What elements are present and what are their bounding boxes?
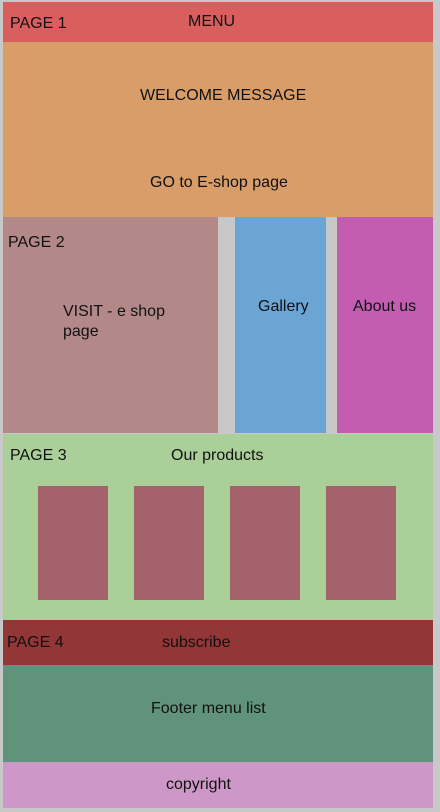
page1-header: PAGE 1 MENU [3,2,433,42]
products-title: Our products [171,447,264,464]
footer: Footer menu list [3,665,433,762]
welcome-message: WELCOME MESSAGE [140,87,307,104]
page3-label: PAGE 3 [10,447,67,464]
copyright-text: copyright [166,776,231,793]
subscribe-button[interactable]: subscribe [162,633,230,653]
page1-label: PAGE 1 [10,15,67,32]
visit-eshop-panel[interactable]: PAGE 2 VISIT - e shop page [3,217,218,433]
page2-label: PAGE 2 [8,234,65,251]
copyright-bar: copyright [3,762,433,808]
product-card[interactable] [38,486,108,600]
welcome-section: WELCOME MESSAGE GO to E-shop page [3,42,433,217]
page4-label: PAGE 4 [7,634,64,651]
about-panel[interactable]: About us [337,217,433,433]
visit-eshop-link[interactable]: VISIT - e shop page [63,302,183,342]
product-card[interactable] [326,486,396,600]
products-section: PAGE 3 Our products [3,434,433,620]
about-link[interactable]: About us [353,297,416,317]
footer-menu-list[interactable]: Footer menu list [151,699,266,719]
subscribe-bar: PAGE 4 subscribe [3,620,433,665]
product-card[interactable] [134,486,204,600]
eshop-link[interactable]: GO to E-shop page [150,173,288,193]
product-card[interactable] [230,486,300,600]
gallery-panel[interactable]: Gallery [235,217,326,433]
gallery-link[interactable]: Gallery [258,297,309,317]
menu-button[interactable]: MENU [188,12,235,32]
